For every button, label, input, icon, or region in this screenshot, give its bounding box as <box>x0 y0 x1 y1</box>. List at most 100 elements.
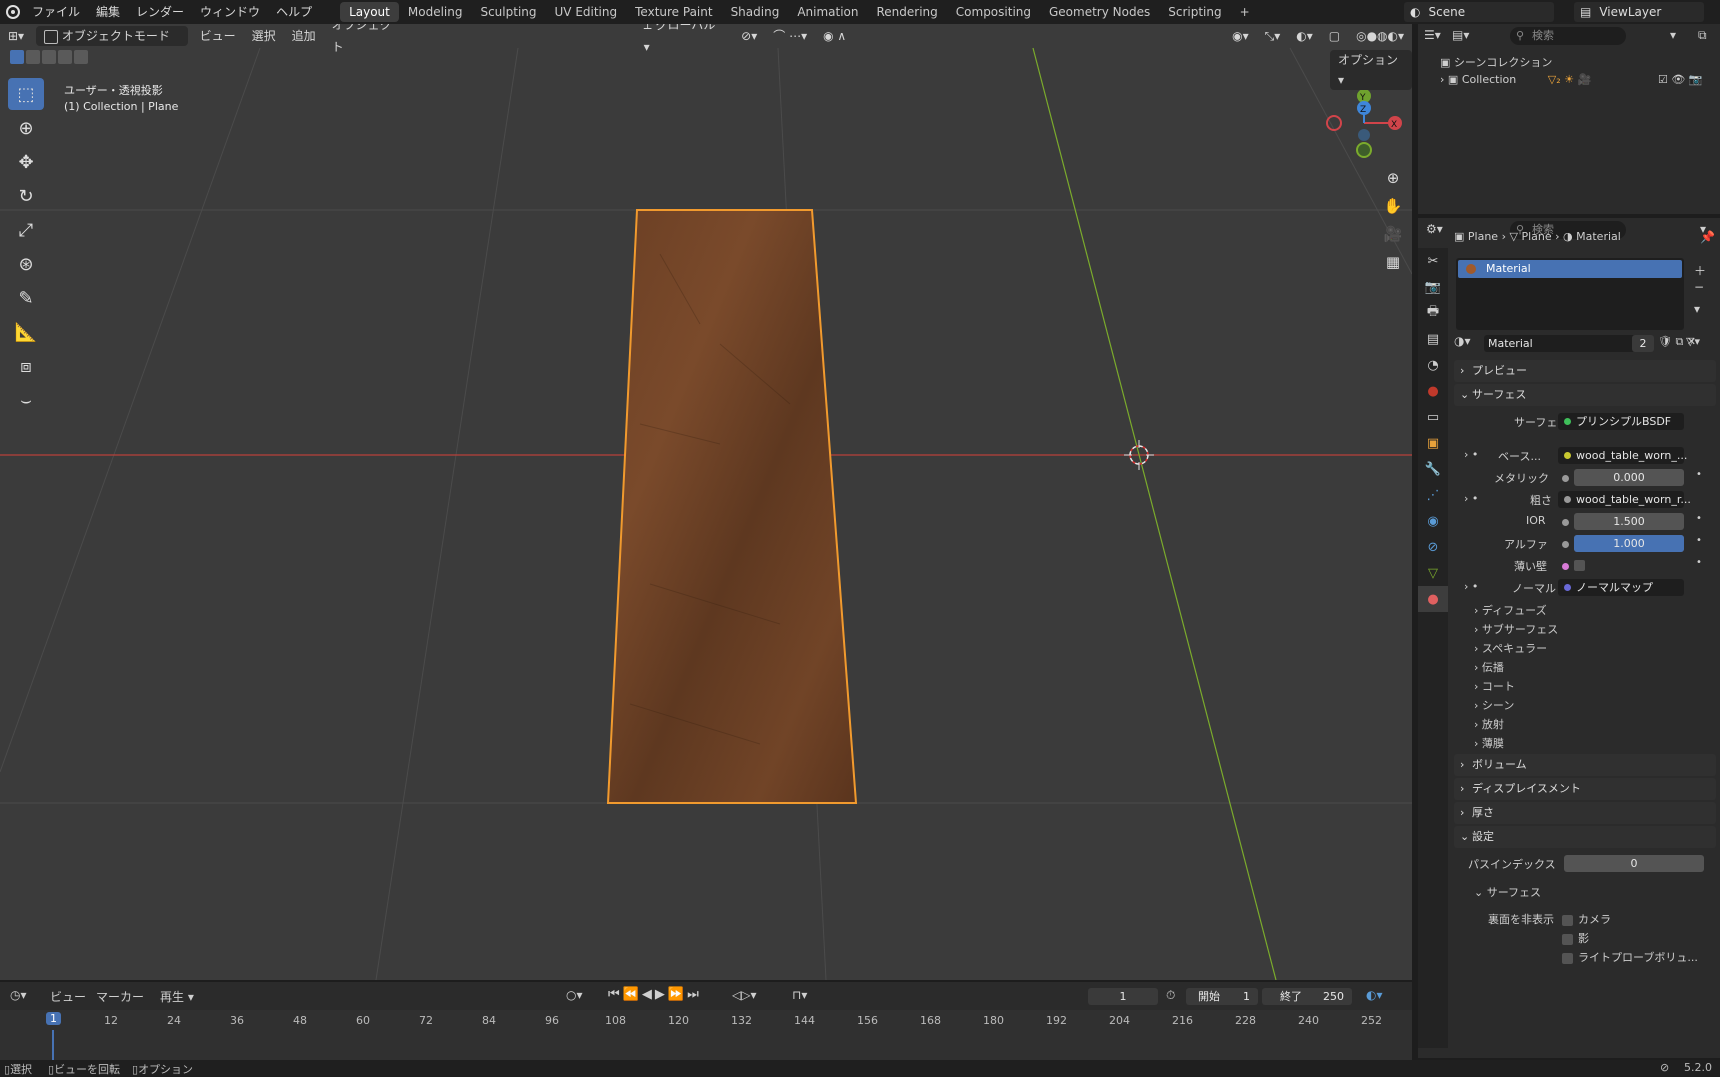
object-tab-icon[interactable]: ▣ <box>1418 430 1448 456</box>
stopwatch-icon[interactable]: ⏱ <box>1166 988 1175 1003</box>
normal-field[interactable]: ノーマルマップ <box>1558 579 1684 596</box>
menu-help[interactable]: ヘルプ <box>268 0 320 24</box>
select-subtract-icon[interactable] <box>42 50 56 64</box>
outliner-search-input[interactable]: ⚲ 検索 <box>1510 27 1626 45</box>
menu-window[interactable]: ウィンドウ <box>192 0 268 24</box>
subpanel-coat[interactable]: › コート <box>1474 678 1515 694</box>
expand-chevron-icon[interactable]: › <box>1440 73 1444 86</box>
alpha-keyframe-icon[interactable]: • <box>1696 535 1702 546</box>
editor-type-icon[interactable]: ⊞▾ <box>0 25 32 47</box>
outliner-display-icon[interactable]: ▤▾ <box>1452 28 1469 42</box>
backface-camera-option[interactable]: カメラ <box>1562 911 1611 927</box>
scene-tab-icon[interactable]: ◔ <box>1418 352 1448 378</box>
tab-scripting[interactable]: Scripting <box>1159 2 1230 22</box>
add-cube-tool-icon[interactable]: ⧈ <box>8 350 44 382</box>
gizmo-toggle-icon[interactable]: ⤡▾ <box>1257 25 1289 47</box>
ior-field[interactable]: 1.500 <box>1574 513 1684 530</box>
panel-volume[interactable]: › ボリューム <box>1454 754 1716 776</box>
thin-wall-checkbox[interactable] <box>1574 560 1585 571</box>
timeline-track-area[interactable]: 1 12 24 36 48 60 72 84 96 108 120 132 14… <box>0 1010 1412 1062</box>
selected-plane-object[interactable] <box>606 209 858 804</box>
pan-hand-icon[interactable]: ✋ <box>1381 194 1405 218</box>
surface-shader-field[interactable]: プリンシプルBSDF <box>1558 413 1684 430</box>
metallic-field[interactable]: 0.000 <box>1574 469 1684 486</box>
slot-menu-icon[interactable]: ▾ <box>1694 302 1700 316</box>
subpanel-emission[interactable]: › 放射 <box>1474 716 1504 732</box>
shading-modes-icon[interactable]: ◎●◍◐▾ <box>1348 25 1412 47</box>
measure-tool-icon[interactable]: 📐 <box>8 316 44 348</box>
pivot-icon[interactable]: ⊘▾ <box>733 25 765 47</box>
add-menu[interactable]: 追加 <box>284 25 324 47</box>
properties-editor-icon[interactable]: ⚙▾ <box>1426 222 1443 236</box>
material-name-field[interactable]: Material <box>1484 335 1648 352</box>
settings-surface-subpanel[interactable]: ⌄ サーフェス <box>1474 884 1541 900</box>
blender-logo-icon[interactable] <box>6 5 20 19</box>
select-box-tool-icon[interactable]: ⬚ <box>8 78 44 110</box>
annotate-tool-icon[interactable]: ✎ <box>8 282 44 314</box>
world-tab-icon[interactable]: ● <box>1418 378 1448 404</box>
sync-icon[interactable]: ◐▾ <box>1366 988 1383 1002</box>
tab-layout[interactable]: Layout <box>340 2 399 22</box>
browse-material-icon[interactable]: ◑▾ <box>1454 334 1471 348</box>
remove-slot-button[interactable]: − <box>1694 280 1704 294</box>
select-new-icon[interactable] <box>10 50 24 64</box>
select-extend-icon[interactable] <box>26 50 40 64</box>
view-layer-selector[interactable]: ▤ ViewLayer <box>1574 2 1704 22</box>
timeline-editor-icon[interactable]: ◷▾ <box>10 988 27 1002</box>
alpha-slider[interactable]: 1.000 <box>1574 535 1684 552</box>
backface-camera-checkbox[interactable] <box>1562 914 1573 926</box>
zoom-icon[interactable]: ⊕ <box>1381 166 1405 190</box>
menu-edit[interactable]: 編集 <box>88 0 128 24</box>
panel-settings[interactable]: ⌄ 設定 <box>1454 826 1716 848</box>
add-workspace-button[interactable]: + <box>1231 2 1259 22</box>
transform-orientation-dropdown[interactable]: ⟂ グローバル ▾ <box>636 24 734 58</box>
ortho-grid-icon[interactable]: ▦ <box>1381 250 1405 274</box>
menu-file[interactable]: ファイル <box>24 0 88 24</box>
collection-visibility-icons[interactable]: ☑ 👁 📷 <box>1658 73 1703 86</box>
overlay-toggle-icon[interactable]: ◐▾ <box>1288 25 1321 47</box>
data-tab-icon[interactable]: ▽ <box>1418 560 1448 586</box>
mode-dropdown[interactable]: オブジェクトモード ▾ <box>36 26 188 63</box>
backface-shadow-option[interactable]: 影 <box>1562 930 1589 946</box>
view-menu[interactable]: ビュー <box>192 25 244 47</box>
outliner-collection-row[interactable]: › ▣ Collection ▽₂ ☀ 🎥 <box>1440 73 1591 86</box>
options-dropdown[interactable]: オプション ▾ <box>1330 50 1412 90</box>
subpanel-subsurface[interactable]: › サブサーフェス <box>1474 621 1558 637</box>
outliner-scene-collection[interactable]: ▣ シーンコレクション <box>1440 54 1552 70</box>
base-color-field[interactable]: wood_table_worn_... <box>1558 447 1687 464</box>
keyframe-jump-icons[interactable]: ◁▷▾ <box>732 988 756 1002</box>
xray-toggle-icon[interactable]: ▢ <box>1321 25 1348 47</box>
material-users-count[interactable]: 2 <box>1632 335 1654 352</box>
select-invert-icon[interactable] <box>58 50 72 64</box>
backface-lightprobe-option[interactable]: ライトプローブボリュ... <box>1562 949 1698 965</box>
filter-icon[interactable]: ▾ <box>1670 28 1676 42</box>
tool-tab-icon[interactable]: ✂ <box>1418 248 1448 274</box>
playhead[interactable] <box>52 1030 54 1062</box>
panel-displacement[interactable]: › ディスプレイスメント <box>1454 778 1716 800</box>
metallic-keyframe-icon[interactable]: • <box>1696 469 1702 480</box>
panel-surface[interactable]: ⌄ サーフェス <box>1454 384 1716 406</box>
subpanel-transmission[interactable]: › 伝播 <box>1474 659 1504 675</box>
material-tab-icon[interactable]: ● <box>1418 586 1448 612</box>
output-tab-icon[interactable]: 🖶 <box>1418 300 1448 326</box>
tab-shading[interactable]: Shading <box>722 2 789 22</box>
subpanel-specular[interactable]: › スペキュラー <box>1474 640 1547 656</box>
constraints-tab-icon[interactable]: ⊘ <box>1418 534 1448 560</box>
render-tab-icon[interactable]: 📷 <box>1418 274 1448 300</box>
view-layer-tab-icon[interactable]: ▤ <box>1418 326 1448 352</box>
rotate-tool-icon[interactable]: ↻ <box>8 180 44 212</box>
auto-key-icon[interactable]: ⊓▾ <box>792 988 807 1002</box>
transform-tool-icon[interactable]: ⊛ <box>8 248 44 280</box>
tab-sculpting[interactable]: Sculpting <box>471 2 545 22</box>
modifier-tab-icon[interactable]: 🔧 <box>1418 456 1448 482</box>
ior-keyframe-icon[interactable]: • <box>1696 513 1702 524</box>
keying-icon[interactable]: ○▾ <box>566 988 583 1002</box>
roughness-field[interactable]: wood_table_worn_r... <box>1558 491 1691 508</box>
tab-compositing[interactable]: Compositing <box>947 2 1040 22</box>
panel-preview[interactable]: › プレビュー <box>1454 360 1716 382</box>
physics-tab-icon[interactable]: ◉ <box>1418 508 1448 534</box>
panel-thickness[interactable]: › 厚さ <box>1454 802 1716 824</box>
collection-tab-icon[interactable]: ▭ <box>1418 404 1448 430</box>
timeline-playback-menu[interactable]: 再生 ▾ <box>160 988 194 1005</box>
proportional-edit-icon[interactable]: ◉ ∧ <box>815 25 854 47</box>
